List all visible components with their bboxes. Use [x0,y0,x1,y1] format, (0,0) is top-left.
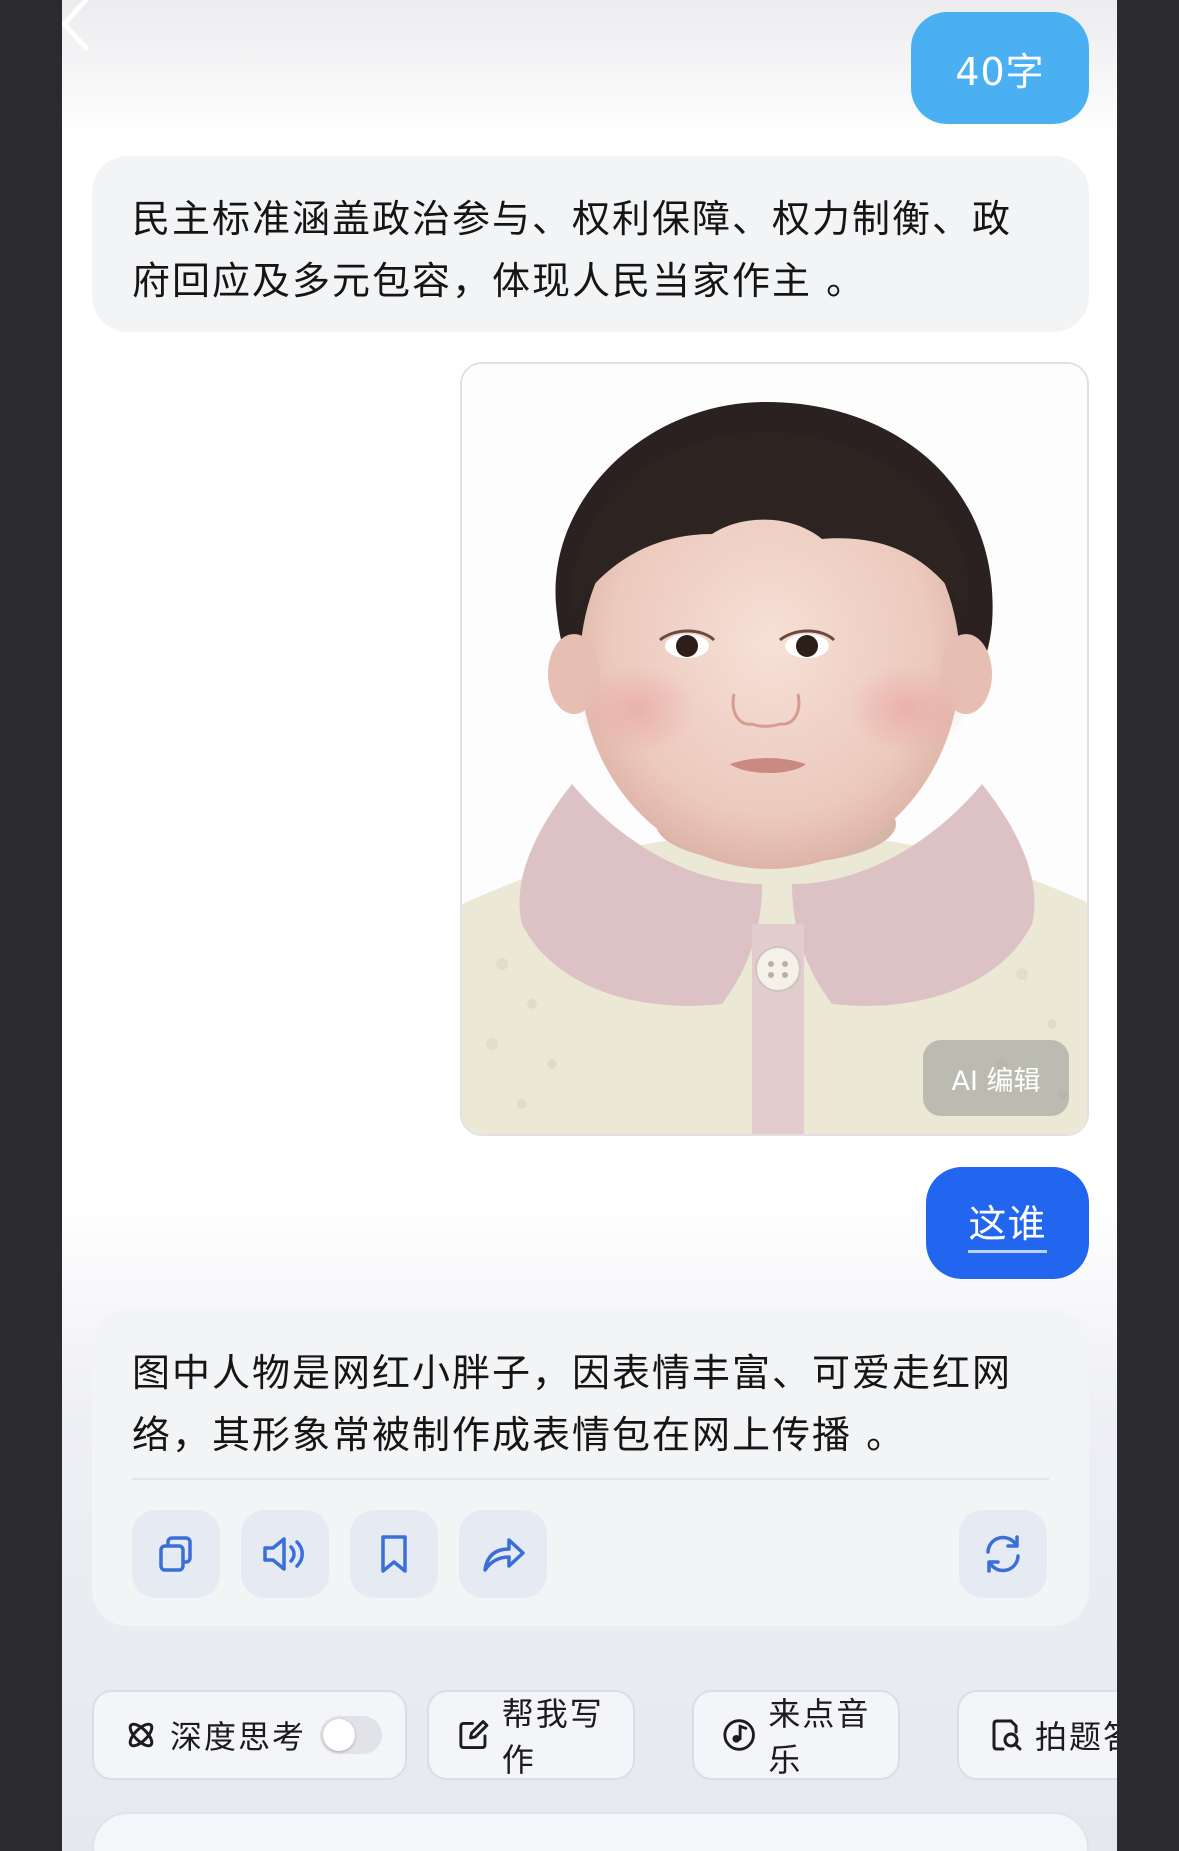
ai-edit-label: AI 编辑 [951,1065,1041,1097]
music-label: 来点音乐 [768,1695,871,1779]
write-chip[interactable]: 帮我写作 [427,1690,635,1780]
deep-think-label: 深度思考 [170,1718,307,1756]
regenerate-button[interactable] [959,1510,1047,1598]
user-message-text: 40字 [955,49,1045,94]
deep-think-chip[interactable]: 深度思考 [92,1690,407,1780]
child-portrait-image [462,364,1087,1134]
music-chip[interactable]: 来点音乐 [692,1690,900,1780]
reply-divider [132,1478,1049,1480]
photo-answer-chip[interactable]: 拍题答 [957,1690,1117,1780]
ai-reply-text-2: 图中人物是网红小胖子，因表情丰富、可爱走红网络，其形象常被制作成表情包在网上传播… [132,1351,1013,1457]
edit-icon [459,1720,489,1749]
share-button[interactable] [459,1510,547,1598]
write-label: 帮我写作 [501,1695,604,1779]
ai-reply-bubble-2: 图中人物是网红小胖子，因表情丰富、可爱走红网络，其形象常被制作成表情包在网上传播… [92,1310,1089,1626]
user-message-bubble: 40字 [911,12,1089,124]
copy-icon [159,1536,192,1572]
bookmark-button[interactable] [350,1510,438,1598]
deep-think-toggle[interactable] [320,1716,383,1754]
back-chevron-icon[interactable] [62,0,102,54]
regenerate-icon [986,1535,1020,1573]
music-icon [723,1719,755,1751]
scan-question-icon [992,1719,1022,1751]
bookmark-icon [381,1535,407,1573]
copy-button[interactable] [132,1510,220,1598]
chat-input-box[interactable] [92,1812,1089,1851]
uploaded-photo[interactable]: AI 编辑 [460,362,1089,1136]
ai-reply-text: 民主标准涵盖政治参与、权利保障、权力制衡、政府回应及多元包容，体现人民当家作主 … [132,197,1013,303]
ai-reply-bubble: 民主标准涵盖政治参与、权利保障、权力制衡、政府回应及多元包容，体现人民当家作主 … [92,156,1089,332]
ai-edit-button[interactable]: AI 编辑 [923,1040,1069,1116]
read-aloud-button[interactable] [241,1510,329,1598]
chat-screen: 40字 民主标准涵盖政治参与、权利保障、权力制衡、政府回应及多元包容，体现人民当… [62,0,1117,1851]
atom-icon [128,1722,154,1748]
photo-answer-label: 拍题答 [1035,1718,1117,1756]
user-message-bubble-2: 这谁 [926,1167,1089,1279]
share-icon [483,1538,525,1572]
speaker-icon [263,1537,304,1571]
user-message-text-2: 这谁 [968,1193,1047,1253]
